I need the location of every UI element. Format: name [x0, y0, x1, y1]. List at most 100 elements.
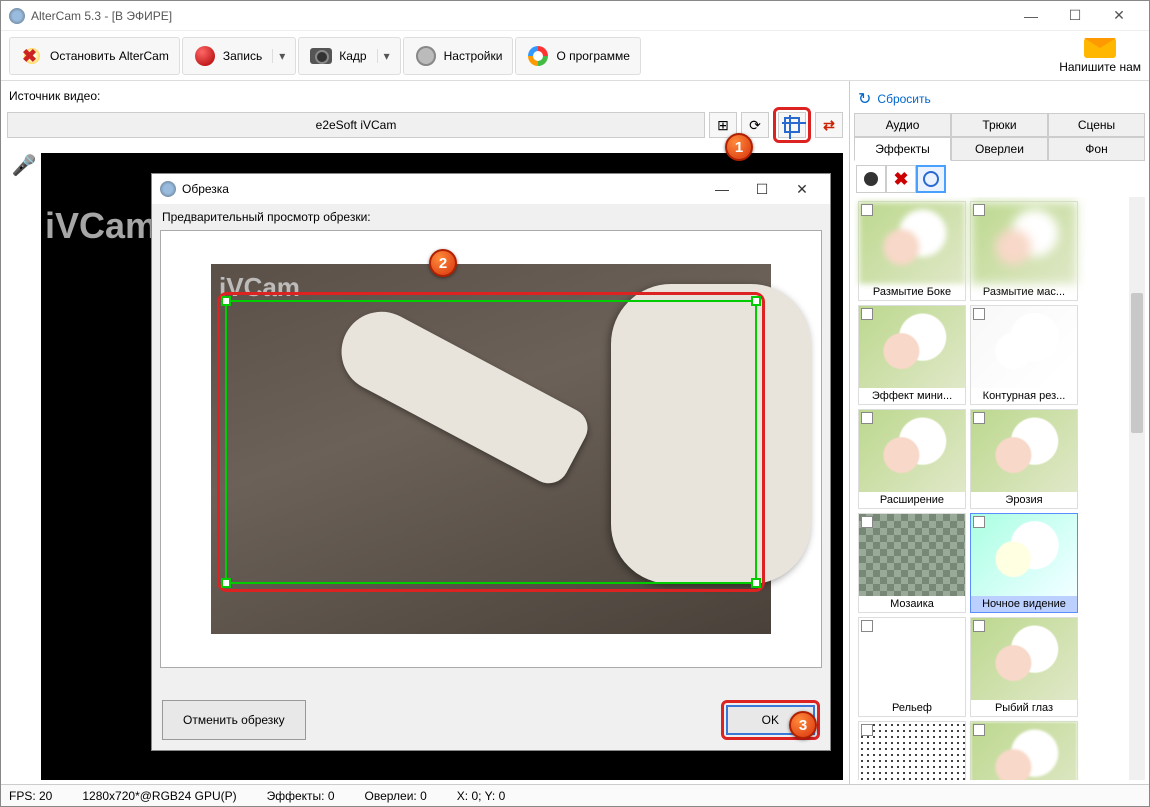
- tab-tricks[interactable]: Трюки: [951, 113, 1048, 137]
- effect-label: Ночное видение: [971, 596, 1077, 612]
- callout-2: 2: [429, 249, 457, 277]
- effect-checkbox[interactable]: [973, 308, 985, 320]
- minimize-button[interactable]: —: [1009, 1, 1053, 31]
- effect-label: Эрозия: [971, 492, 1077, 508]
- effect-item[interactable]: Ночное видение: [970, 513, 1078, 613]
- crop-minimize[interactable]: —: [702, 181, 742, 198]
- titlebar: AlterCam 5.3 - [В ЭФИРЕ] — ☐ ✕: [1, 1, 1149, 31]
- effect-item[interactable]: Контурная рез...: [970, 305, 1078, 405]
- effect-checkbox[interactable]: [973, 412, 985, 424]
- crop-dialog-icon: [160, 181, 176, 197]
- crop-preview[interactable]: iVCam: [211, 264, 771, 634]
- write-us-label: Напишите нам: [1059, 60, 1141, 74]
- app-icon: [9, 8, 25, 24]
- effect-thumb: [859, 722, 965, 780]
- crop-button-highlight: [773, 107, 811, 143]
- record-dropdown[interactable]: ▾: [272, 49, 285, 63]
- tabs-bottom-row: Эффекты Оверлеи Фон: [854, 137, 1145, 161]
- effects-scrollbar[interactable]: [1129, 197, 1145, 780]
- status-fps: FPS: 20: [9, 789, 52, 803]
- effect-item[interactable]: Эффект мини...: [858, 305, 966, 405]
- effect-checkbox[interactable]: [973, 620, 985, 632]
- effect-label: Эффект мини...: [859, 388, 965, 404]
- effect-item[interactable]: Рельеф: [858, 617, 966, 717]
- effect-item[interactable]: Полутон: [858, 721, 966, 780]
- effect-label: Расширение: [859, 492, 965, 508]
- status-effects: Эффекты: 0: [267, 789, 335, 803]
- shape-delete[interactable]: ✖: [886, 165, 916, 193]
- stop-icon: [22, 46, 42, 66]
- effect-item[interactable]: Размытие мас...: [970, 201, 1078, 301]
- source-select[interactable]: e2eSoft iVCam: [7, 112, 705, 138]
- tab-overlays[interactable]: Оверлеи: [951, 137, 1048, 161]
- shape-square[interactable]: [856, 165, 886, 193]
- crop-handle-br[interactable]: [751, 578, 761, 588]
- mic-icon[interactable]: 🎤: [12, 153, 37, 178]
- about-icon: [528, 46, 548, 66]
- about-label: О программе: [556, 49, 629, 63]
- effect-checkbox[interactable]: [861, 620, 873, 632]
- shape-row: ✖: [854, 161, 1145, 197]
- crop-handle-bl[interactable]: [221, 578, 231, 588]
- frame-dropdown[interactable]: ▾: [377, 49, 390, 63]
- effect-item[interactable]: Размытие Боке: [858, 201, 966, 301]
- flip-button[interactable]: ⇄: [815, 112, 843, 138]
- effect-checkbox[interactable]: [861, 516, 873, 528]
- camera-icon: [310, 48, 332, 64]
- effect-item[interactable]: Вихрь: [970, 721, 1078, 780]
- tab-effects[interactable]: Эффекты: [854, 137, 951, 161]
- write-us-button[interactable]: Напишите нам: [1059, 38, 1141, 74]
- about-button[interactable]: О программе: [515, 37, 640, 75]
- callout-3: 3: [789, 711, 817, 739]
- effect-label: Размытие Боке: [859, 284, 965, 300]
- effect-item[interactable]: Эрозия: [970, 409, 1078, 509]
- effect-checkbox[interactable]: [861, 204, 873, 216]
- effect-label: Рыбий глаз: [971, 700, 1077, 716]
- effect-item[interactable]: Мозаика: [858, 513, 966, 613]
- source-bar: e2eSoft iVCam ⊞ ⟳ ⇄: [7, 107, 843, 143]
- effect-thumb: [859, 306, 965, 388]
- effects-grid: Размытие Боке Размытие мас... Эффект мини.…: [854, 197, 1145, 780]
- crop-button[interactable]: [778, 112, 806, 138]
- maximize-button[interactable]: ☐: [1053, 1, 1097, 31]
- crop-maximize[interactable]: ☐: [742, 181, 782, 198]
- stop-button[interactable]: Остановить AlterCam: [9, 37, 180, 75]
- crop-close[interactable]: ✕: [782, 181, 822, 198]
- effect-checkbox[interactable]: [861, 412, 873, 424]
- record-button[interactable]: Запись ▾: [182, 37, 296, 75]
- callout-1: 1: [725, 133, 753, 161]
- crop-handle-tl[interactable]: [221, 296, 231, 306]
- settings-button[interactable]: Настройки: [403, 37, 514, 75]
- frame-button[interactable]: Кадр ▾: [298, 37, 400, 75]
- settings-label: Настройки: [444, 49, 503, 63]
- effect-checkbox[interactable]: [973, 516, 985, 528]
- effect-checkbox[interactable]: [973, 724, 985, 736]
- crop-handle-tr[interactable]: [751, 296, 761, 306]
- statusbar: FPS: 20 1280x720*@RGB24 GPU(P) Эффекты: …: [1, 784, 1149, 806]
- effect-thumb: [971, 722, 1077, 780]
- crop-icon: [784, 117, 800, 133]
- mail-icon: [1084, 38, 1116, 58]
- effect-checkbox[interactable]: [861, 724, 873, 736]
- crop-titlebar: Обрезка — ☐ ✕: [152, 174, 830, 204]
- tab-background[interactable]: Фон: [1048, 137, 1145, 161]
- effect-item[interactable]: Рыбий глаз: [970, 617, 1078, 717]
- tab-scenes[interactable]: Сцены: [1048, 113, 1145, 137]
- effect-checkbox[interactable]: [861, 308, 873, 320]
- reset-button[interactable]: ↻ Сбросить: [854, 85, 1145, 113]
- crop-cancel-button[interactable]: Отменить обрезку: [162, 700, 306, 740]
- main-toolbar: Остановить AlterCam Запись ▾ Кадр ▾ Наст…: [1, 31, 1149, 81]
- effect-label: Мозаика: [859, 596, 965, 612]
- gear-icon: [416, 46, 436, 66]
- tab-audio[interactable]: Аудио: [854, 113, 951, 137]
- reset-label: Сбросить: [877, 92, 930, 106]
- source-selected: e2eSoft iVCam: [316, 118, 397, 132]
- close-button[interactable]: ✕: [1097, 1, 1141, 31]
- shape-circle[interactable]: [916, 165, 946, 193]
- effect-checkbox[interactable]: [973, 204, 985, 216]
- effect-thumb: [971, 514, 1077, 596]
- crop-selection[interactable]: [225, 300, 757, 584]
- scrollbar-thumb[interactable]: [1131, 293, 1143, 433]
- crop-dialog-title: Обрезка: [182, 182, 229, 196]
- effect-item[interactable]: Расширение: [858, 409, 966, 509]
